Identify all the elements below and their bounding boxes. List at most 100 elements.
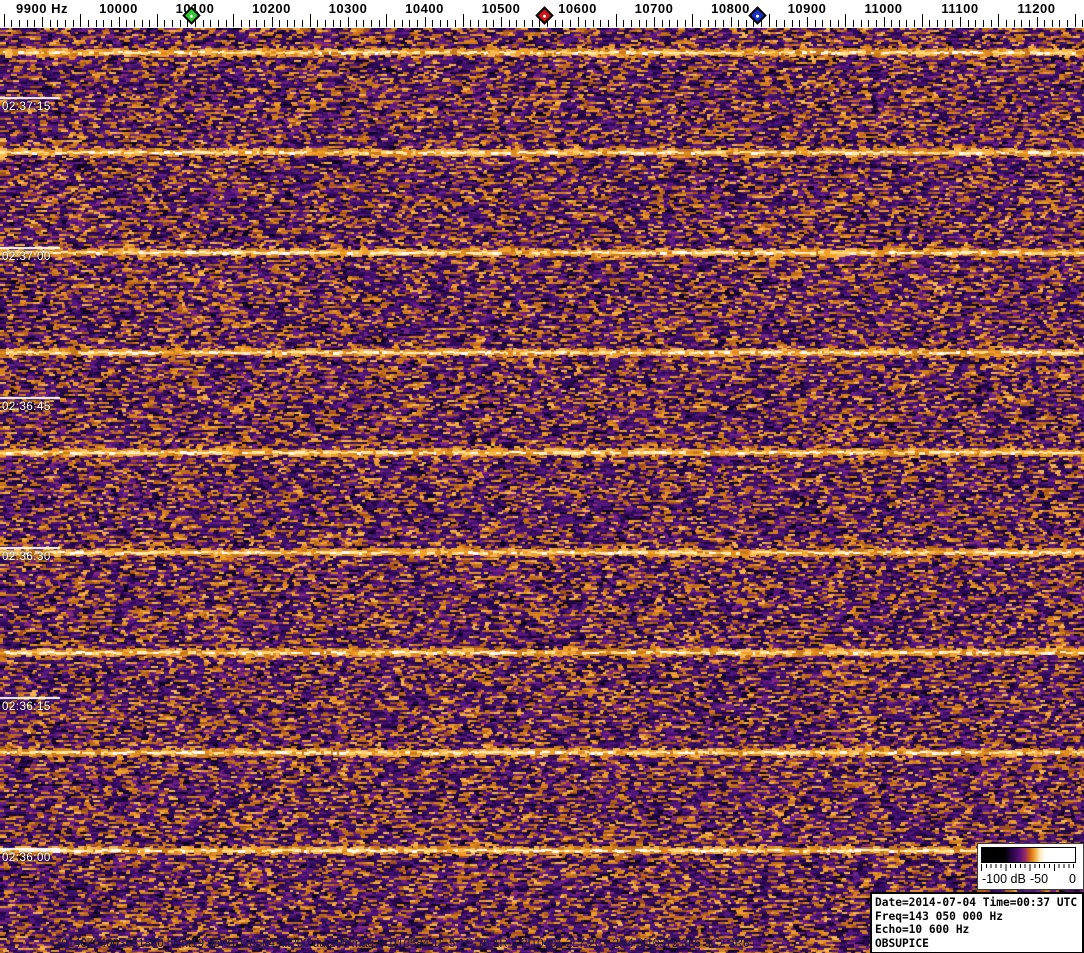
detection-annotation: 20140704003551880 hCnt19 nb-81 f10584 hi… — [55, 938, 750, 950]
axis-tick — [768, 14, 770, 27]
axis-tick — [1067, 20, 1069, 27]
axis-tick — [1051, 20, 1053, 27]
spectrogram-canvas — [0, 28, 1084, 953]
axis-tick — [967, 20, 969, 27]
axis-tick — [699, 20, 701, 27]
marker-center-dot — [189, 13, 194, 18]
freq-tick-label: 10600 — [558, 1, 597, 16]
axis-tick — [646, 20, 648, 27]
axis-tick — [868, 20, 870, 27]
axis-tick — [822, 20, 824, 27]
axis-tick — [738, 20, 740, 27]
axis-tick — [638, 20, 640, 27]
axis-tick — [730, 17, 732, 27]
axis-tick — [34, 20, 36, 27]
freq-tick-label: 10200 — [252, 1, 291, 16]
freq-tick-label: 10500 — [481, 1, 521, 16]
axis-tick — [370, 20, 372, 27]
frequency-axis: 9900 Hz 10000 10100 10200 10300 10400 10500 106… — [0, 0, 1084, 28]
axis-tick — [554, 20, 556, 27]
axis-tick — [998, 14, 1000, 27]
time-label: 02:37:00 — [2, 251, 51, 263]
axis-tick — [233, 14, 235, 27]
axis-tick — [898, 20, 900, 27]
axis-tick — [348, 17, 349, 27]
freq-tick-label: 11000 — [864, 1, 903, 16]
axis-tick — [776, 20, 778, 27]
axis-tick — [80, 14, 82, 27]
axis-tick — [952, 20, 954, 27]
axis-tick — [470, 20, 472, 27]
axis-tick — [164, 20, 166, 27]
freq-tick-label: 10000 — [99, 1, 138, 16]
axis-tick — [676, 20, 678, 27]
axis-tick — [837, 20, 839, 27]
axis-tick — [875, 20, 877, 27]
axis-tick — [860, 20, 862, 27]
axis-tick — [661, 20, 663, 27]
time-label: 02:36:00 — [2, 852, 51, 864]
axis-tick — [1021, 20, 1023, 27]
freq-tick-label: 9900 Hz — [16, 1, 68, 16]
color-scale-gradient-bar — [981, 847, 1076, 863]
axis-tick — [707, 20, 709, 27]
axis-tick — [340, 20, 342, 27]
axis-tick — [523, 20, 525, 27]
axis-tick — [883, 17, 885, 27]
axis-tick — [57, 20, 59, 27]
color-scale-ticks — [981, 864, 1077, 871]
axis-tick — [914, 20, 916, 27]
axis-tick — [585, 20, 587, 27]
axis-tick — [631, 20, 632, 27]
red-marker-diamond[interactable] — [535, 6, 554, 25]
axis-tick — [302, 20, 304, 27]
marker-center-dot — [542, 13, 547, 18]
axis-tick — [416, 20, 418, 27]
time-label: 02:36:30 — [2, 551, 51, 563]
axis-tick — [126, 20, 128, 27]
meteor-observation-window: 9900 Hz 10000 10100 10200 10300 10400 10500 106… — [0, 0, 1084, 953]
axis-tick — [401, 20, 403, 27]
axis-tick — [332, 20, 334, 27]
axis-tick — [386, 14, 388, 27]
axis-tick — [317, 20, 319, 27]
axis-tick — [692, 14, 694, 27]
axis-tick — [240, 20, 242, 27]
axis-tick — [799, 20, 801, 27]
axis-tick — [531, 20, 533, 27]
axis-tick — [19, 20, 21, 27]
axis-tick — [355, 20, 357, 27]
axis-tick — [87, 20, 89, 27]
freq-tick-label: 11100 — [941, 1, 979, 16]
freq-tick-label: 10900 — [787, 1, 827, 16]
axis-tick — [791, 20, 793, 27]
axis-tick — [669, 20, 671, 27]
axis-tick — [608, 20, 610, 27]
time-label: 02:36:15 — [2, 701, 51, 713]
axis-tick — [271, 17, 273, 27]
axis-tick — [256, 20, 258, 27]
axis-tick — [814, 20, 816, 27]
axis-tick — [248, 20, 250, 27]
axis-tick — [829, 20, 831, 27]
axis-tick — [722, 20, 724, 27]
axis-tick — [577, 17, 579, 27]
axis-tick — [982, 20, 984, 27]
axis-tick — [562, 20, 564, 27]
axis-tick — [1082, 20, 1084, 27]
freq-tick-label: 10700 — [634, 1, 674, 16]
axis-tick — [501, 17, 502, 27]
axis-tick — [149, 20, 151, 27]
scale-label-max: 0 — [1069, 872, 1076, 886]
axis-tick — [202, 20, 204, 27]
axis-tick — [263, 20, 265, 27]
axis-tick — [929, 20, 931, 27]
blue-marker-diamond[interactable] — [748, 6, 767, 25]
axis-tick — [715, 20, 717, 27]
axis-tick — [960, 17, 961, 27]
axis-tick — [516, 20, 518, 27]
axis-tick — [11, 20, 13, 27]
time-label: 02:37:15 — [2, 101, 51, 113]
axis-tick — [592, 20, 594, 27]
axis-tick — [103, 20, 105, 27]
